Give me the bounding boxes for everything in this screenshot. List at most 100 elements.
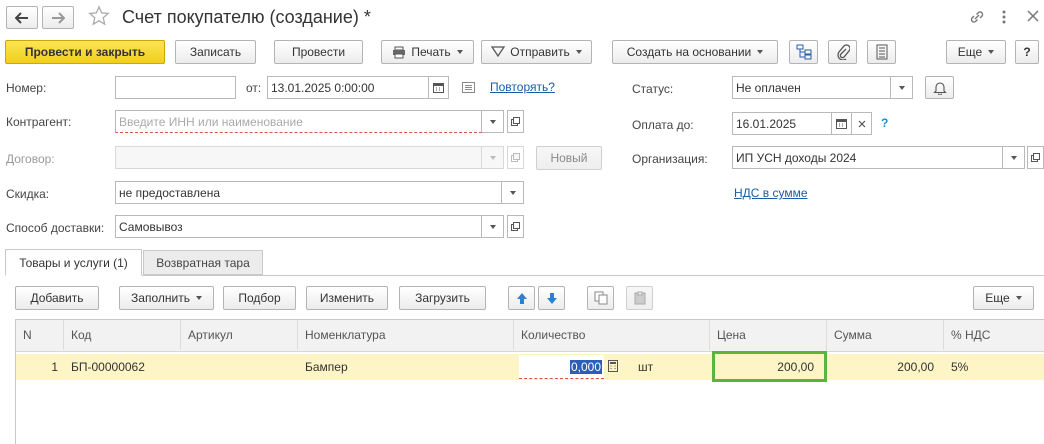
delivery-input[interactable]: Самовывоз bbox=[115, 215, 482, 238]
table-header: N Код Артикул Номенклатура Количество Це… bbox=[16, 320, 1044, 352]
column-header-price[interactable]: Цена bbox=[710, 320, 827, 350]
open-window-icon bbox=[511, 117, 520, 126]
reminder-button[interactable] bbox=[925, 76, 954, 99]
pay-until-help[interactable]: ? bbox=[881, 116, 888, 130]
chevron-down-icon bbox=[489, 119, 496, 124]
link-button[interactable] bbox=[968, 8, 986, 26]
date-from-label: от: bbox=[246, 81, 262, 95]
organization-label: Организация: bbox=[632, 152, 708, 166]
attachments-button[interactable] bbox=[828, 40, 857, 64]
quantity-calculator-button[interactable] bbox=[608, 360, 620, 373]
move-up-button[interactable] bbox=[508, 286, 535, 310]
cell-code: БП-00000062 bbox=[71, 360, 145, 374]
pay-until-clear-button[interactable] bbox=[852, 112, 872, 135]
chevron-down-icon bbox=[575, 50, 582, 54]
contract-label: Договор: bbox=[6, 152, 55, 166]
close-button[interactable] bbox=[1026, 9, 1040, 23]
column-header-n[interactable]: N bbox=[16, 320, 64, 350]
paste-rows-button[interactable] bbox=[626, 286, 653, 310]
comment-lines-icon bbox=[462, 82, 475, 93]
structure-button[interactable] bbox=[789, 40, 818, 64]
organization-open-button[interactable] bbox=[1027, 146, 1044, 169]
pay-until-input[interactable]: 16.01.2025 bbox=[732, 112, 832, 135]
delivery-open-button[interactable] bbox=[507, 215, 524, 238]
tab-goods-services[interactable]: Товары и услуги (1) bbox=[5, 249, 142, 276]
discount-label: Скидка: bbox=[6, 187, 50, 201]
discount-input[interactable]: не предоставлена bbox=[115, 181, 502, 204]
chevron-down-icon bbox=[195, 296, 202, 300]
save-button[interactable]: Записать bbox=[175, 40, 256, 64]
tab-returnable-containers[interactable]: Возвратная тара bbox=[143, 250, 263, 275]
back-button[interactable] bbox=[6, 6, 38, 29]
contract-input[interactable] bbox=[115, 146, 482, 169]
pay-until-calendar-button[interactable] bbox=[832, 112, 852, 135]
chevron-down-icon bbox=[757, 50, 764, 54]
counterparty-open-button[interactable] bbox=[507, 110, 524, 133]
structure-icon bbox=[796, 44, 811, 60]
column-header-article[interactable]: Артикул bbox=[181, 320, 298, 350]
date-input[interactable]: 13.01.2025 0:00:00 bbox=[267, 76, 429, 99]
selection-button[interactable]: Подбор bbox=[223, 286, 296, 310]
counterparty-input[interactable]: Введите ИНН или наименование bbox=[115, 110, 482, 133]
contract-open-button[interactable] bbox=[507, 146, 524, 169]
more-button[interactable]: Еще bbox=[946, 40, 1006, 64]
column-header-code[interactable]: Код bbox=[64, 320, 181, 350]
discount-dropdown[interactable] bbox=[502, 181, 524, 204]
table-row[interactable]: 1 БП-00000062 Бампер 0,000 шт 200,00 200… bbox=[16, 351, 1044, 382]
clear-icon bbox=[858, 120, 865, 127]
repeat-link[interactable]: Повторять? bbox=[490, 80, 555, 94]
post-button[interactable]: Провести bbox=[274, 40, 363, 64]
contract-dropdown[interactable] bbox=[482, 146, 504, 169]
counterparty-label: Контрагент: bbox=[6, 115, 72, 129]
organization-dropdown[interactable] bbox=[1003, 146, 1025, 169]
more-label: Еще bbox=[957, 45, 983, 59]
chevron-down-icon bbox=[456, 50, 463, 54]
chevron-down-icon bbox=[898, 85, 905, 90]
column-header-quantity[interactable]: Количество bbox=[514, 320, 710, 350]
table-more-button[interactable]: Еще bbox=[973, 286, 1034, 310]
counterparty-dropdown[interactable] bbox=[482, 110, 504, 133]
delivery-label: Способ доставки: bbox=[6, 221, 105, 235]
copy-rows-button[interactable] bbox=[587, 286, 614, 310]
star-icon bbox=[88, 5, 110, 26]
new-contract-button[interactable]: Новый bbox=[536, 146, 602, 170]
column-header-vat[interactable]: % НДС bbox=[944, 320, 1044, 350]
add-row-button[interactable]: Добавить bbox=[15, 286, 99, 310]
create-based-on-button[interactable]: Создать на основании bbox=[612, 40, 778, 64]
delivery-dropdown[interactable] bbox=[482, 215, 504, 238]
change-button[interactable]: Изменить bbox=[306, 286, 388, 310]
fill-button[interactable]: Заполнить bbox=[119, 286, 214, 310]
report-button[interactable] bbox=[867, 40, 896, 64]
vat-link[interactable]: НДС в сумме bbox=[734, 186, 808, 200]
comment-button[interactable] bbox=[462, 82, 475, 93]
cell-vat: 5% bbox=[951, 360, 969, 374]
status-dropdown[interactable] bbox=[891, 76, 913, 99]
document-list-icon bbox=[876, 44, 887, 60]
send-button[interactable]: Отправить bbox=[481, 40, 592, 64]
more-actions-button[interactable] bbox=[998, 8, 1010, 26]
load-button[interactable]: Загрузить bbox=[399, 286, 486, 310]
number-input[interactable] bbox=[115, 76, 236, 99]
number-label: Номер: bbox=[6, 81, 47, 95]
help-button[interactable]: ? bbox=[1015, 40, 1039, 64]
status-input[interactable]: Не оплачен bbox=[732, 76, 891, 99]
bell-icon bbox=[932, 81, 947, 95]
favorite-star[interactable] bbox=[88, 5, 112, 29]
calendar-icon bbox=[836, 119, 847, 129]
forward-button[interactable] bbox=[42, 6, 74, 29]
quantity-input[interactable]: 0,000 bbox=[519, 355, 604, 379]
printer-icon bbox=[393, 46, 406, 58]
date-picker-button[interactable] bbox=[429, 76, 449, 99]
move-down-button[interactable] bbox=[538, 286, 565, 310]
arrow-left-icon bbox=[15, 11, 28, 24]
cell-nomenclature: Бампер bbox=[305, 360, 348, 374]
post-and-close-button[interactable]: Провести и закрыть bbox=[5, 40, 165, 64]
column-header-sum[interactable]: Сумма bbox=[827, 320, 944, 350]
table-more-label: Еще bbox=[985, 291, 1010, 305]
print-button[interactable]: Печать bbox=[381, 40, 474, 64]
column-header-nomenclature[interactable]: Номенклатура bbox=[298, 320, 514, 350]
organization-input[interactable]: ИП УСН доходы 2024 bbox=[732, 146, 1003, 169]
cell-sum: 200,00 bbox=[897, 360, 934, 374]
cell-price[interactable]: 200,00 bbox=[712, 351, 827, 382]
open-window-icon bbox=[511, 222, 520, 231]
